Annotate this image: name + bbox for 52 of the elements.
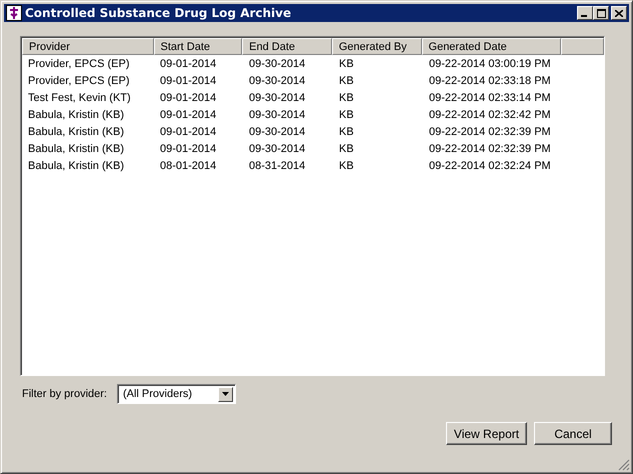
table-cell: KB <box>339 160 354 172</box>
minimize-button[interactable] <box>577 6 593 20</box>
table-cell: KB <box>339 142 354 154</box>
table-cell: KB <box>339 126 354 138</box>
table-cell: 09-22-2014 02:32:39 PM <box>429 126 551 138</box>
dialog-button[interactable]: View Report <box>446 422 527 445</box>
table-cell: Babula, Kristin (KB) <box>28 142 124 154</box>
table-cell: 09-30-2014 <box>249 126 306 138</box>
table-cell: 09-30-2014 <box>249 92 306 104</box>
column-header[interactable]: Start Date <box>154 38 242 55</box>
table-cell: 09-22-2014 02:33:14 PM <box>429 92 551 104</box>
column-header[interactable]: Generated Date <box>422 38 561 55</box>
provider-dropdown[interactable]: (All Providers) <box>116 384 236 404</box>
table-cell: KB <box>339 74 354 86</box>
table-cell: 08-01-2014 <box>160 160 216 172</box>
table-cell: Babula, Kristin (KB) <box>28 160 124 172</box>
app-icon <box>6 5 22 21</box>
table-cell: 09-01-2014 <box>160 108 216 120</box>
window-title: Controlled Substance Drug Log Archive <box>25 6 292 20</box>
table-cell: KB <box>339 92 354 104</box>
table-cell: KB <box>339 58 354 70</box>
table-cell: 09-01-2014 <box>160 58 216 70</box>
maximize-button[interactable] <box>593 6 609 20</box>
maximize-icon <box>596 8 606 18</box>
table-cell: 09-30-2014 <box>249 108 306 120</box>
table-cell: 09-30-2014 <box>249 58 306 70</box>
table-cell: 09-01-2014 <box>160 126 216 138</box>
table-cell: Babula, Kristin (KB) <box>28 108 124 120</box>
table-cell: 09-22-2014 02:32:39 PM <box>429 142 551 154</box>
table-cell: Test Fest, Kevin (KT) <box>28 92 131 104</box>
resize-grip-icon[interactable] <box>618 459 630 471</box>
close-button[interactable] <box>611 6 627 20</box>
table-cell: 09-30-2014 <box>249 142 306 154</box>
table-cell: 09-30-2014 <box>249 74 306 86</box>
table-cell: 09-22-2014 02:33:18 PM <box>429 74 551 86</box>
column-header[interactable]: Provider <box>22 38 154 55</box>
close-icon <box>615 10 623 16</box>
table-cell: 09-01-2014 <box>160 142 216 154</box>
table-cell: 09-22-2014 02:32:42 PM <box>429 108 551 120</box>
table-cell: 09-22-2014 03:00:19 PM <box>429 58 551 70</box>
table-cell: KB <box>339 108 354 120</box>
dialog-button[interactable]: Cancel <box>534 422 612 445</box>
table-cell: Provider, EPCS (EP) <box>28 58 130 70</box>
column-header[interactable]: End Date <box>242 38 332 55</box>
table-cell: 09-01-2014 <box>160 74 216 86</box>
table-cell: 09-01-2014 <box>160 92 216 104</box>
table-cell: 09-22-2014 02:32:24 PM <box>429 160 551 172</box>
filter-label: Filter by provider: <box>22 388 107 400</box>
table-cell: 08-31-2014 <box>249 160 306 172</box>
table-cell: Babula, Kristin (KB) <box>28 126 124 138</box>
column-header[interactable]: Generated By <box>332 38 422 55</box>
table-cell: Provider, EPCS (EP) <box>28 74 130 86</box>
